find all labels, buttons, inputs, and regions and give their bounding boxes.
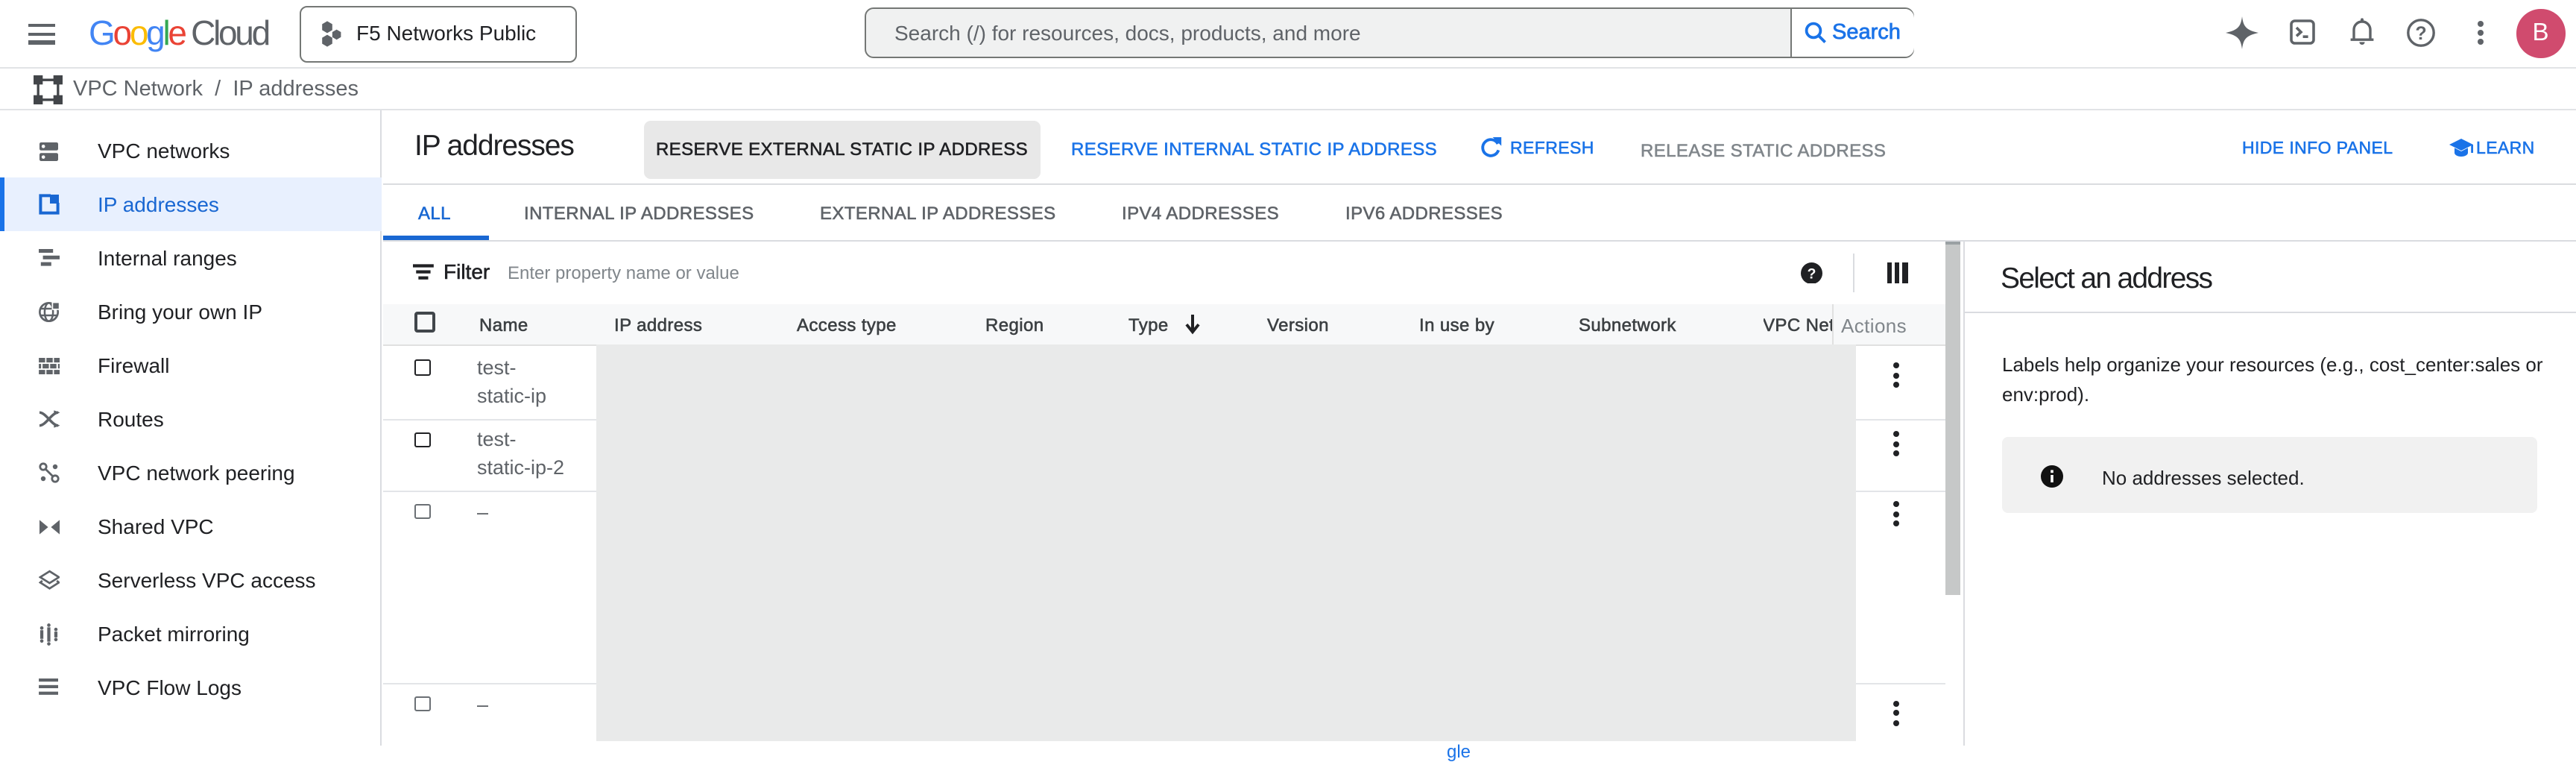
svg-text:?: ? xyxy=(2414,23,2425,44)
svg-text:?: ? xyxy=(1808,266,1816,282)
